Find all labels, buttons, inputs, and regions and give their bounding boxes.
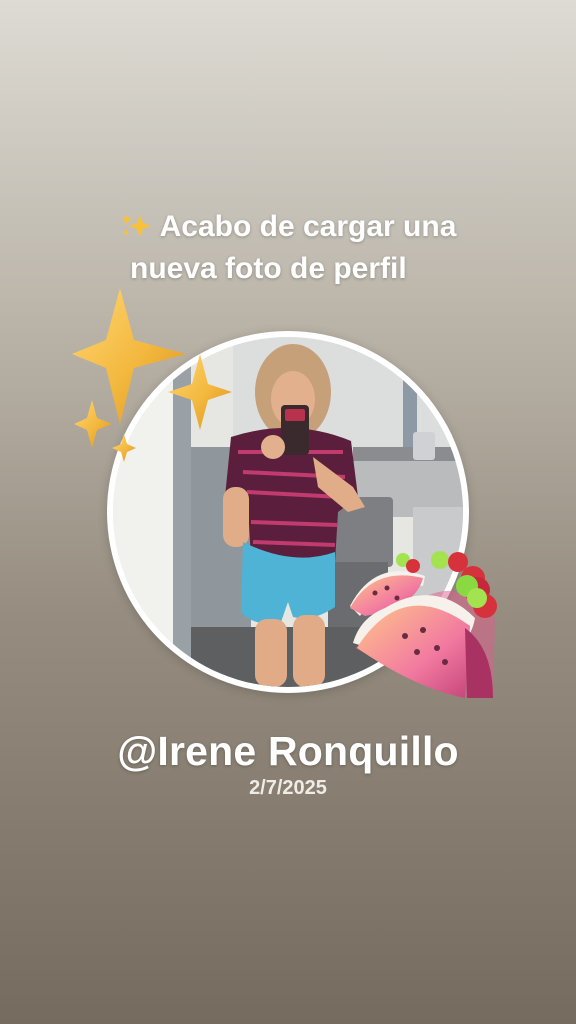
taco-sticker (350, 551, 497, 698)
sparkles-sticker (72, 288, 232, 462)
headline-line-1: Acabo de cargar una (120, 210, 457, 243)
post-date: 2/7/2025 (249, 777, 327, 799)
profile-username[interactable]: @Irene Ronquillo (0, 728, 576, 775)
sparkles-icon (121, 214, 151, 237)
headline-text-1: Acabo de cargar una (159, 210, 457, 243)
story-headline: Acabo de cargar una nueva foto de perfil (60, 206, 516, 290)
